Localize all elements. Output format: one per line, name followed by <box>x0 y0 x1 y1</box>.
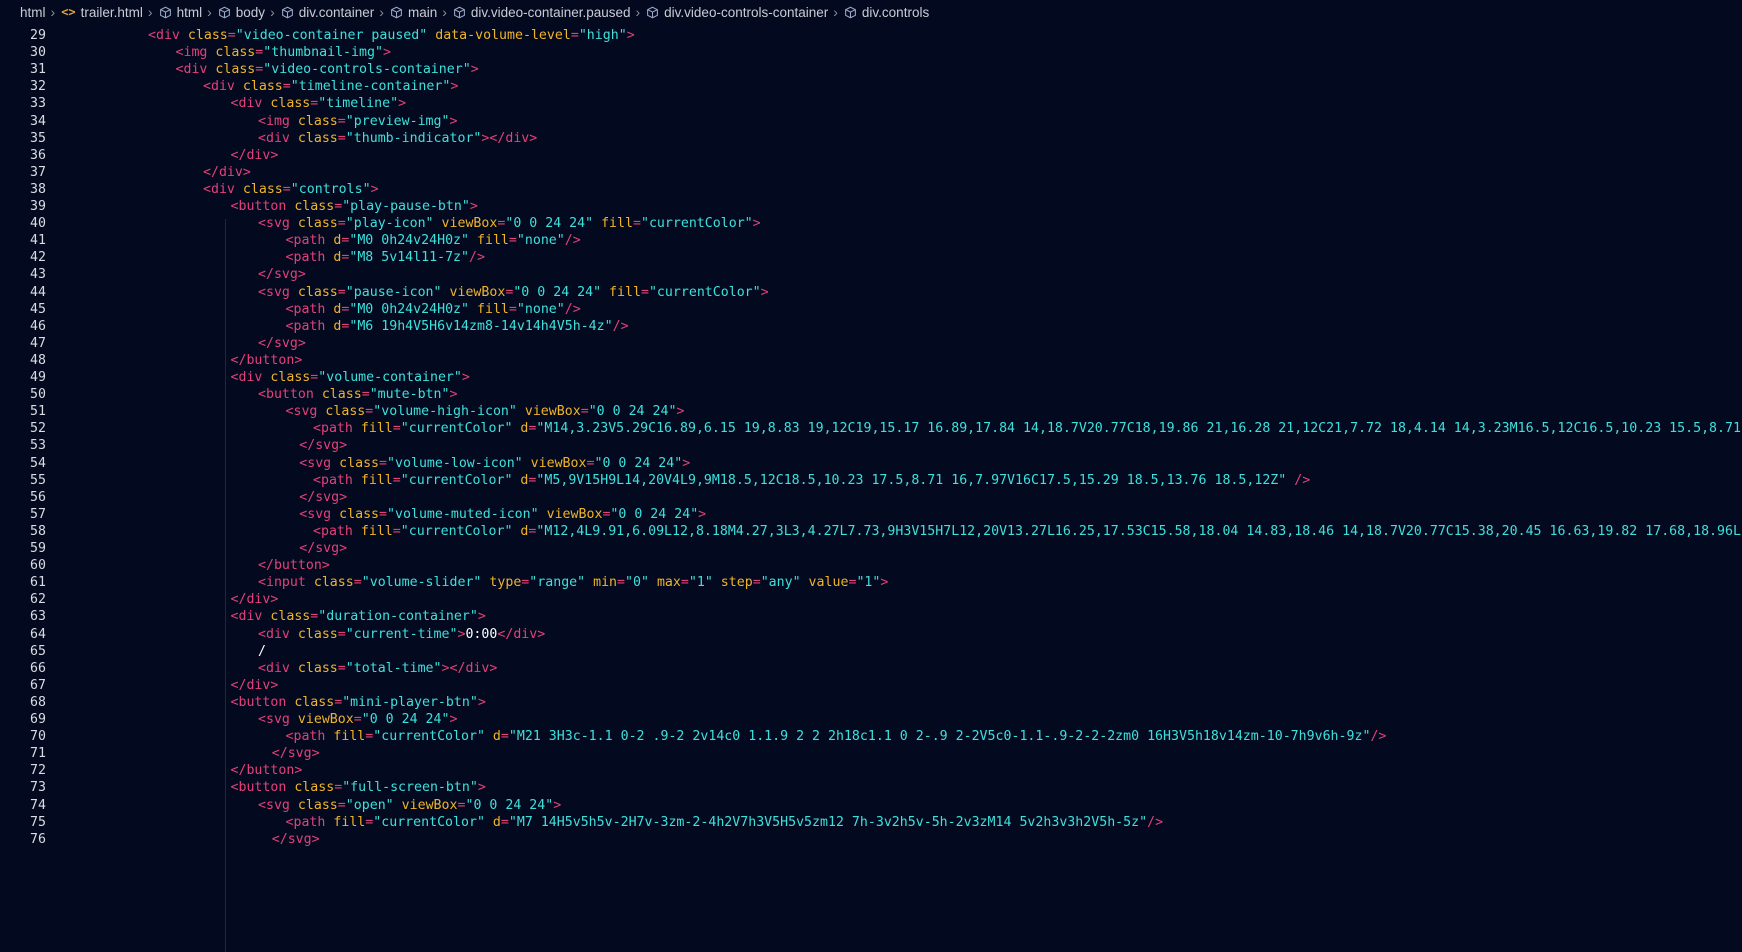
breadcrumb-item[interactable]: html <box>159 4 203 20</box>
code-text: </svg> <box>271 831 320 847</box>
breadcrumb-item[interactable]: html <box>20 5 46 20</box>
cube-icon <box>844 6 857 19</box>
breadcrumb-label: div.container <box>298 4 375 20</box>
chevron-right-icon: › <box>442 4 447 20</box>
breadcrumb-label: html <box>176 4 203 20</box>
cube-icon <box>646 6 659 19</box>
breadcrumb-item[interactable]: body <box>218 5 265 20</box>
indent-guide <box>225 219 226 952</box>
chevron-right-icon: › <box>833 4 838 20</box>
line-number: 76 <box>30 831 46 847</box>
chevron-right-icon: › <box>147 4 153 20</box>
breadcrumb-label: div.controls <box>861 4 930 20</box>
breadcrumb-label: body <box>235 4 266 20</box>
breadcrumb-item[interactable]: div.controls <box>844 5 929 20</box>
breadcrumb-label: html <box>20 4 46 20</box>
breadcrumb-label: div.video-container.paused <box>470 4 631 20</box>
breadcrumb-label: trailer.html <box>80 4 143 20</box>
breadcrumb-item[interactable]: div.video-controls-container <box>646 5 828 20</box>
breadcrumb: html › <> trailer.html › html › body › div.contai… <box>0 0 1742 24</box>
chevron-right-icon: › <box>379 4 384 20</box>
code-line[interactable]: 76 </svg> <box>0 830 1742 849</box>
chevron-right-icon: › <box>270 4 275 20</box>
code-editor[interactable]: 29 <div class="video-container paused" da… <box>0 0 1742 952</box>
cube-icon <box>390 6 403 19</box>
breadcrumb-item[interactable]: <> trailer.html <box>61 5 143 20</box>
breadcrumb-item[interactable]: div.video-container.paused <box>453 5 631 20</box>
breadcrumb-item[interactable]: div.container <box>281 4 375 20</box>
chevron-right-icon: › <box>50 4 56 20</box>
cube-icon <box>218 6 231 19</box>
cube-icon <box>159 6 172 19</box>
html5-icon: <> <box>61 5 76 19</box>
chevron-right-icon: › <box>635 4 641 20</box>
breadcrumb-label: div.video-controls-container <box>664 4 829 20</box>
cube-icon <box>453 6 466 19</box>
cube-icon <box>281 6 294 19</box>
chevron-right-icon: › <box>207 4 212 20</box>
breadcrumb-item[interactable]: main <box>390 5 437 20</box>
breadcrumb-label: main <box>407 4 438 20</box>
